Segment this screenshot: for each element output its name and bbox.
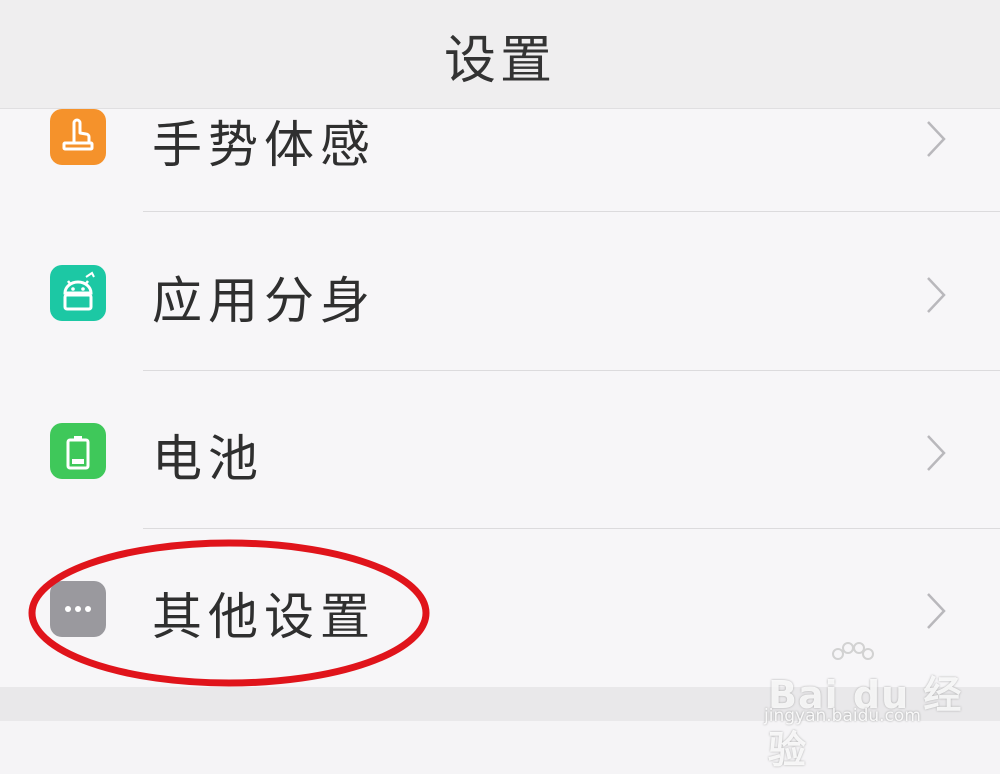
android-app-clone-icon	[50, 265, 106, 321]
battery-icon	[50, 423, 106, 479]
settings-item-app-clone[interactable]: 应用分身	[0, 212, 1000, 370]
settings-item-label: 手势体感	[152, 116, 376, 174]
chevron-right-icon	[927, 121, 946, 157]
gesture-hand-icon	[50, 109, 106, 165]
settings-item-label: 其他设置	[152, 588, 376, 646]
settings-item-gesture[interactable]: 手势体感	[0, 53, 1000, 211]
chevron-right-icon	[927, 277, 946, 313]
more-dots-icon	[50, 581, 106, 637]
chevron-right-icon	[927, 435, 946, 471]
watermark-url: jingyan.baidu.com	[764, 706, 921, 726]
baidu-watermark: Bai du 经验 jingyan.baidu.com	[764, 640, 964, 772]
settings-item-battery[interactable]: 电池	[0, 371, 1000, 529]
settings-item-label: 电池	[152, 430, 264, 488]
settings-item-label: 应用分身	[152, 272, 376, 330]
settings-list: 手势体感 应用分身 电池 其他设置	[0, 109, 1000, 687]
chevron-right-icon	[927, 593, 946, 629]
